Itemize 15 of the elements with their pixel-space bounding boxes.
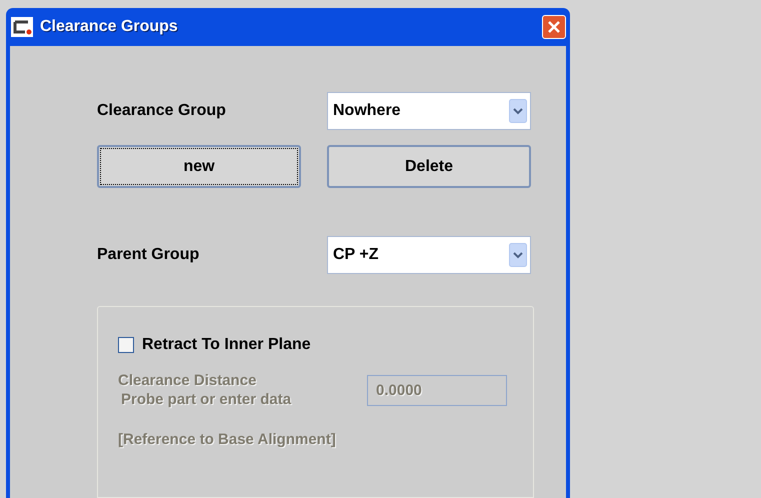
app-icon [10,16,34,38]
clearance-group-dropdown[interactable]: Nowhere [327,92,531,130]
dialog-button[interactable]: Delete [327,145,531,188]
parent-group-dropdown[interactable]: CP +Z [327,236,531,274]
close-button[interactable] [542,15,566,39]
field-label: Parent Group [97,245,200,265]
window-title: Clearance Groups [40,17,178,37]
field-label: Probe part or enter data [120,390,292,409]
field-label: Clearance Distance [118,371,258,390]
close-icon [547,20,561,34]
dialog-button[interactable]: new [97,145,301,188]
reference-note: [Reference to Base Alignment] [118,430,337,450]
field-label: Clearance Group [97,101,227,121]
checkbox-label: Retract To Inner Plane [142,335,311,355]
checkbox[interactable] [118,337,134,353]
